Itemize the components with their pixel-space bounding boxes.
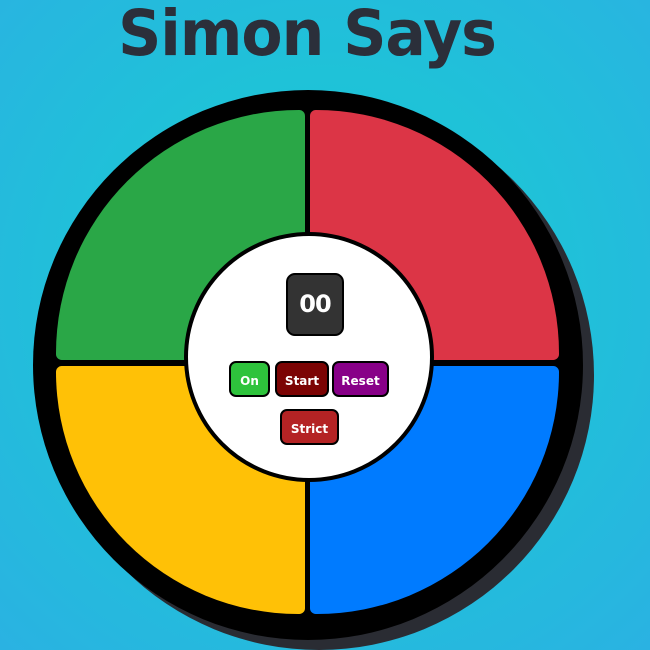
page-title: Simon Says xyxy=(118,0,497,71)
control-panel: 00 On Start Reset Strict xyxy=(184,232,434,482)
count-display: 00 xyxy=(286,273,344,336)
simon-board: 00 On Start Reset Strict xyxy=(33,90,583,640)
strict-button[interactable]: Strict xyxy=(280,409,339,445)
start-button[interactable]: Start xyxy=(275,361,329,397)
on-button[interactable]: On xyxy=(229,361,270,397)
reset-button[interactable]: Reset xyxy=(332,361,389,397)
